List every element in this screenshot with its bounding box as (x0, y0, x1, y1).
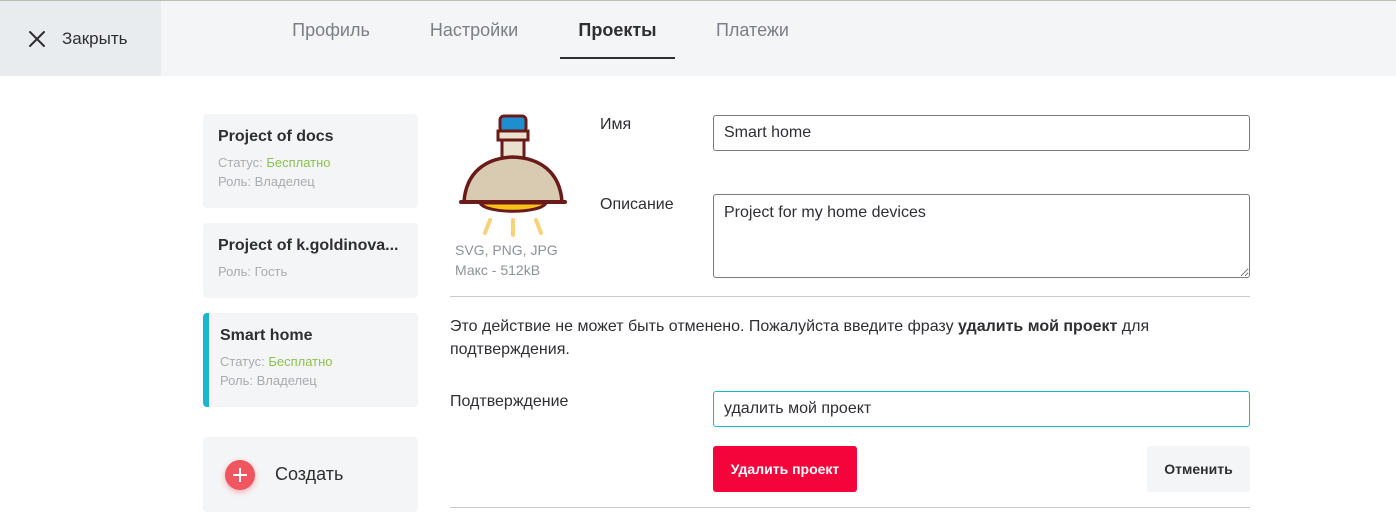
project-card-smart-home[interactable]: Smart home Статус: Бесплатно Роль: Владе… (203, 313, 418, 407)
name-label: Имя (600, 116, 632, 133)
status-badge: Бесплатно (266, 155, 331, 170)
confirm-phrase-input[interactable] (713, 391, 1250, 427)
project-meta: Роль: Гость (218, 262, 403, 281)
project-title: Project of k.goldinova... (218, 237, 399, 254)
lamp-icon[interactable] (456, 110, 572, 240)
confirm-label: Подтверждение (450, 393, 569, 410)
delete-warning-text: Это действие не может быть отменено. Пож… (450, 318, 1150, 358)
tab-projects[interactable]: Проекты (560, 1, 675, 59)
cancel-button[interactable]: Отменить (1147, 446, 1250, 492)
role-text: Роль: Гость (218, 264, 288, 279)
project-meta: Статус: Бесплатно Роль: Владелец (220, 352, 403, 390)
upload-hint: SVG, PNG, JPG Макс - 512kB (455, 240, 558, 280)
project-title: Project of docs (218, 128, 334, 145)
plus-icon (225, 459, 255, 490)
project-meta: Статус: Бесплатно Роль: Владелец (218, 153, 403, 191)
project-name-input[interactable] (713, 115, 1250, 151)
project-title: Smart home (220, 327, 313, 344)
create-project-button[interactable]: Создать (203, 437, 418, 512)
role-text: Роль: Владелец (218, 174, 315, 189)
tab-profile[interactable]: Профиль (282, 1, 380, 59)
tab-payments[interactable]: Платежи (706, 1, 799, 59)
close-icon (29, 30, 45, 47)
create-label: Создать (275, 464, 344, 484)
status-label: Статус: (220, 354, 265, 369)
tab-settings[interactable]: Настройки (418, 1, 530, 59)
divider-bottom (450, 507, 1250, 508)
formats-hint: SVG, PNG, JPG (455, 242, 558, 258)
project-card-goldinova[interactable]: Project of k.goldinova... Роль: Гость (203, 223, 418, 298)
close-label: Закрыть (62, 28, 128, 48)
delete-project-button[interactable]: Удалить проект (713, 446, 857, 492)
divider (450, 296, 1250, 297)
project-description-textarea[interactable]: Project for my home devices (713, 194, 1250, 278)
description-label: Описание (600, 196, 674, 213)
close-button[interactable]: Закрыть (0, 1, 161, 76)
status-label: Статус: (218, 155, 263, 170)
header-bar: Закрыть Профиль Настройки Проекты Платеж… (0, 1, 1396, 76)
role-text: Роль: Владелец (220, 373, 317, 388)
size-hint: Макс - 512kB (455, 262, 541, 278)
project-card-docs[interactable]: Project of docs Статус: Бесплатно Роль: … (203, 114, 418, 208)
status-badge: Бесплатно (268, 354, 333, 369)
delete-phrase: удалить мой проект (958, 318, 1118, 335)
